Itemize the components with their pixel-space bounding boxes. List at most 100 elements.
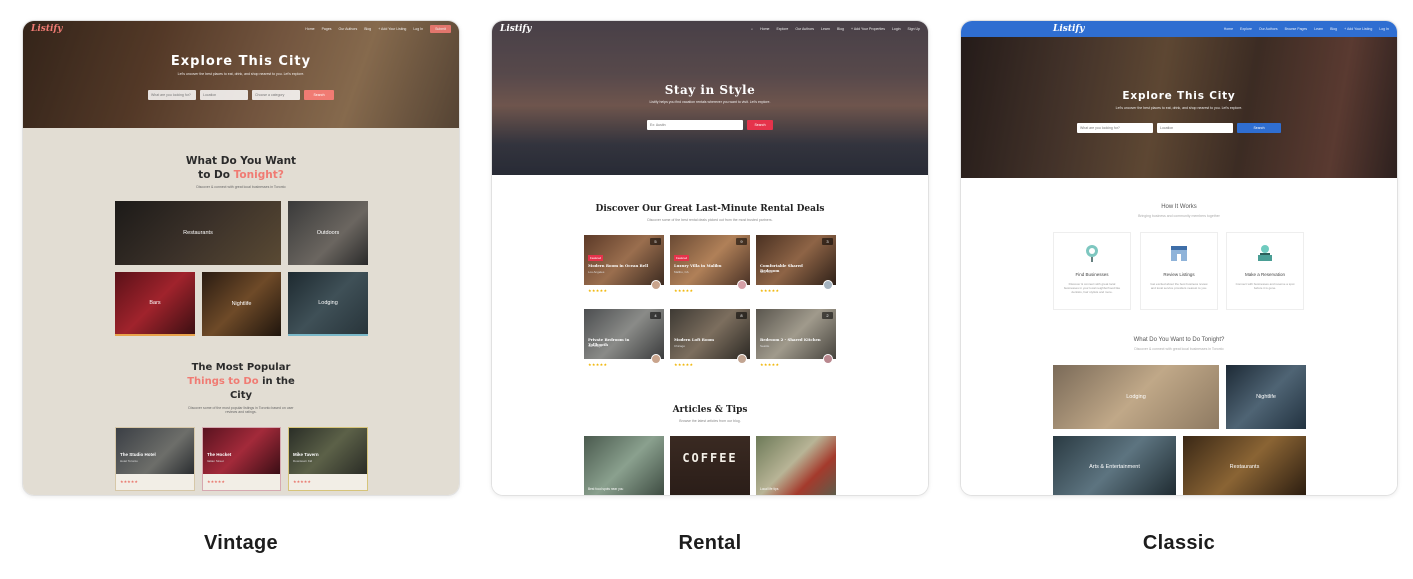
search-row: What are you looking for? Location Searc…	[961, 123, 1397, 133]
search-button[interactable]: Search	[304, 90, 334, 100]
logo: Listify	[500, 24, 532, 34]
section2-title-line2: Things to Do in the	[23, 375, 459, 389]
menu-item[interactable]: Explore	[1240, 27, 1252, 31]
listing-image	[203, 428, 280, 474]
how-step-title: Find Businesses	[1075, 272, 1109, 277]
category-tile-restaurants[interactable]: Restaurants	[1183, 436, 1306, 495]
listing-stars: ★★★★★	[120, 479, 138, 484]
heart-icon[interactable]: 9	[736, 238, 747, 245]
menu-item[interactable]: Pages	[322, 27, 332, 31]
rental-card[interactable]: 4 Private Bedroom in Tollbooth San Diego…	[584, 309, 664, 371]
rental-location: New York	[760, 270, 773, 274]
rental-card[interactable]: 2 Bedroom 2 - Shared Kitchen Seattle ★★★…	[756, 309, 836, 371]
listing-title: Mike Tavern	[293, 452, 319, 457]
search-input[interactable]: Ex: Austin	[647, 120, 743, 130]
submit-button[interactable]: Submit	[430, 25, 451, 33]
featured-badge: Featured	[588, 255, 604, 261]
menu-item[interactable]: Our Authors	[795, 27, 814, 31]
menu-item[interactable]: Browse Pages	[1285, 27, 1308, 31]
search-row: Ex: Austin Search	[492, 120, 928, 130]
section2-title-accent: Things to Do	[187, 376, 259, 387]
vintage-menu: Home Pages Our Authors Blog + Add Your L…	[305, 25, 451, 33]
search-icon[interactable]: ⌕	[751, 27, 753, 31]
rating-stars: ★★★★★	[760, 288, 780, 293]
tile-label: Restaurants	[1229, 463, 1260, 470]
category-tile-restaurants[interactable]: Restaurants	[115, 201, 281, 265]
listing-title: The Hocket	[207, 452, 232, 457]
category-tile-bars[interactable]: Bars	[115, 272, 195, 336]
classic-menu: Home Explore Our Authors Browse Pages Le…	[1224, 27, 1389, 31]
menu-item[interactable]: Login	[892, 27, 901, 31]
search-button[interactable]: Search	[1237, 123, 1281, 133]
listing-card[interactable]: The Studio Hotel Hotel Toronto ★★★★★	[115, 427, 195, 491]
how-step-title: Make a Reservation	[1244, 272, 1286, 277]
menu-item[interactable]: Our Authors	[339, 27, 358, 31]
article-card[interactable]: Best food spots near you	[584, 436, 664, 495]
template-card-classic[interactable]: Listify Home Explore Our Authors Browse …	[960, 20, 1398, 496]
listing-card[interactable]: Mike Tavern Downtown Kid ★★★★★	[288, 427, 368, 491]
section-title-line1: What Do You Want	[185, 155, 297, 167]
search-input[interactable]: What are you looking for?	[1077, 123, 1153, 133]
rental-location: San Diego	[588, 344, 603, 348]
rental-card[interactable]: 5 Featured Modern Room in Ocean Bell Los…	[584, 235, 664, 297]
menu-item[interactable]: Blog	[1330, 27, 1337, 31]
menu-item[interactable]: + Add Your Listing	[1344, 27, 1372, 31]
tile-label: Nightlife	[1256, 394, 1276, 400]
menu-item[interactable]: Our Authors	[1259, 27, 1278, 31]
category-tile-nightlife[interactable]: Nightlife	[202, 272, 281, 336]
location-input[interactable]: Location	[200, 90, 248, 100]
category-select[interactable]: Choose a category	[252, 90, 300, 100]
rental-hero: Listify ⌕ Home Explore Our Authors Learn…	[492, 21, 928, 175]
location-input[interactable]: Location	[1157, 123, 1233, 133]
menu-item[interactable]: Blog	[364, 27, 371, 31]
category-tile-lodging[interactable]: Lodging	[1053, 365, 1219, 429]
heart-icon[interactable]: 4	[650, 312, 661, 319]
menu-item[interactable]: Log In	[413, 27, 423, 31]
article-card[interactable]: Local life tips	[756, 436, 836, 495]
category-tile-arts[interactable]: Arts & Entertainment	[1053, 436, 1176, 495]
section-subtitle: Discover some of the best rental deals p…	[647, 218, 773, 222]
section2-subtitle: Discover some of the most popular listin…	[188, 406, 294, 414]
category-tile-outdoors[interactable]: Outdoors	[288, 201, 368, 265]
listing-meta: Hotel Toronto	[120, 459, 138, 463]
heart-icon[interactable]: 2	[822, 312, 833, 319]
heart-icon[interactable]: 8	[736, 312, 747, 319]
search-button[interactable]: Search	[747, 120, 773, 130]
template-label-rental: Rental	[678, 532, 742, 554]
listing-stars: ★★★★★	[207, 479, 225, 484]
rental-card[interactable]: 8 Modern Loft Room Chicago ★★★★★	[670, 309, 750, 371]
rental-card[interactable]: 9 Featured Luxury Villa in Malibu Malibu…	[670, 235, 750, 297]
heart-icon[interactable]: 3	[822, 238, 833, 245]
menu-item[interactable]: + Add Your Listing	[378, 27, 406, 31]
logo: Listify	[31, 24, 63, 34]
menu-item[interactable]: + Add Your Properties	[851, 27, 885, 31]
menu-item[interactable]: Home	[760, 27, 769, 31]
rental-card[interactable]: 3 Comfortable Shared Bedroom New York ★★…	[756, 235, 836, 297]
category-tile-lodging[interactable]: Lodging	[288, 272, 368, 336]
listing-card[interactable]: The Hocket Italian Street ★★★★★	[202, 427, 281, 491]
menu-item[interactable]: Learn	[1314, 27, 1323, 31]
avatar	[737, 280, 747, 290]
menu-item[interactable]: Explore	[776, 27, 788, 31]
tile-label: Arts & Entertainment	[1089, 463, 1140, 470]
heart-icon[interactable]: 5	[650, 238, 661, 245]
menu-item[interactable]: Sign Up	[908, 27, 920, 31]
menu-item[interactable]: Learn	[821, 27, 830, 31]
template-card-rental[interactable]: Listify ⌕ Home Explore Our Authors Learn…	[491, 20, 929, 496]
menu-item[interactable]: Home	[305, 27, 314, 31]
search-input[interactable]: What are you looking for?	[148, 90, 196, 100]
rental-title: Modern Room in Ocean Bell	[588, 263, 649, 268]
vintage-hero: Listify Home Pages Our Authors Blog + Ad…	[23, 21, 459, 128]
hero-subtitle: Let's uncover the best places to eat, dr…	[1115, 106, 1243, 110]
template-label-classic: Classic	[1142, 532, 1216, 554]
how-step-title: Review Listings	[1163, 272, 1195, 277]
article-card[interactable]: COFFEE	[670, 436, 750, 495]
hero-subtitle: Listify helps you find vacation rentals …	[649, 100, 771, 104]
rental-location: Chicago	[674, 344, 686, 348]
menu-item[interactable]: Log In	[1379, 27, 1389, 31]
template-card-vintage[interactable]: Listify Home Pages Our Authors Blog + Ad…	[22, 20, 460, 496]
menu-item[interactable]: Blog	[837, 27, 844, 31]
article-title: Local life tips	[760, 487, 779, 491]
category-tile-nightlife[interactable]: Nightlife	[1226, 365, 1306, 429]
menu-item[interactable]: Home	[1224, 27, 1233, 31]
